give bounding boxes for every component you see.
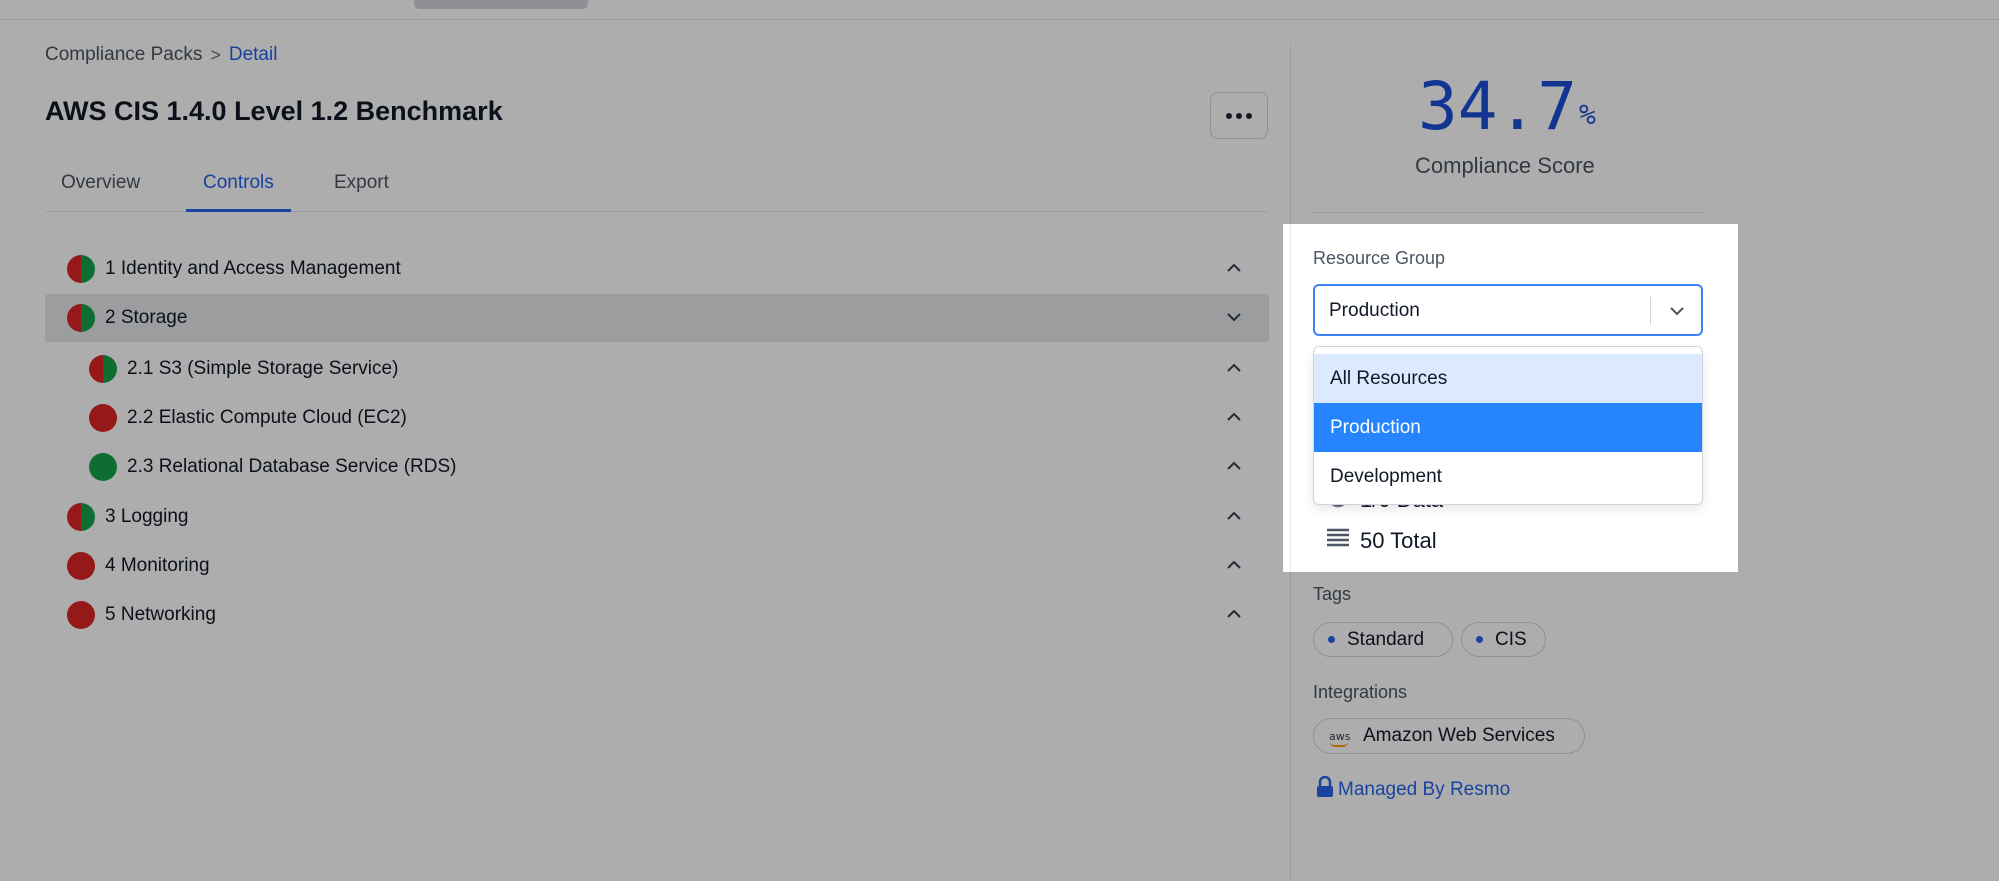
page-title: AWS CIS 1.4.0 Level 1.2 Benchmark — [45, 96, 503, 126]
more-dot — [1236, 112, 1242, 119]
status-mixed-icon — [67, 503, 95, 531]
status-mixed-icon — [67, 255, 95, 283]
more-options-button[interactable] — [1210, 92, 1268, 139]
more-dot — [1246, 112, 1252, 119]
control-row-storage[interactable]: 2 Storage — [45, 294, 1269, 342]
top-bar — [0, 0, 1999, 20]
resource-group-select[interactable]: Production — [1313, 284, 1703, 336]
managed-by-link[interactable]: Managed By Resmo — [1316, 775, 1511, 804]
tab-overview[interactable]: Overview — [61, 172, 140, 212]
control-row-ec2[interactable]: 2.2 Elastic Compute Cloud (EC2) — [45, 394, 1269, 442]
breadcrumb-separator-icon: > — [210, 44, 221, 65]
score-divider — [1313, 212, 1703, 213]
control-label: 1 Identity and Access Management — [105, 258, 401, 279]
control-row-logging[interactable]: 3 Logging — [45, 493, 1269, 541]
aws-logo-smile — [1330, 742, 1348, 747]
integrations-label: Integrations — [1313, 682, 1408, 702]
option-all-resources[interactable]: All Resources — [1314, 354, 1702, 403]
app-window: Compliance Packs > Detail AWS CIS 1.4.0 … — [0, 0, 1999, 881]
tab-export[interactable]: Export — [334, 172, 389, 212]
status-fail-icon — [67, 552, 95, 580]
score-unit: % — [1578, 98, 1596, 131]
managed-by-label: Managed By Resmo — [1338, 779, 1511, 800]
option-production[interactable]: Production — [1314, 403, 1702, 452]
control-label: 2 Storage — [105, 307, 188, 328]
tab-controls[interactable]: Controls — [186, 172, 291, 212]
control-row-networking[interactable]: 5 Networking — [45, 591, 1269, 639]
chevron-up-icon[interactable] — [1225, 457, 1243, 475]
tag-bullet-icon — [1328, 636, 1335, 643]
compliance-score-value: 34.7 % — [1418, 68, 1596, 145]
control-row-monitoring[interactable]: 4 Monitoring — [45, 542, 1269, 590]
control-row-rds[interactable]: 2.3 Relational Database Service (RDS) — [45, 443, 1269, 491]
control-row-identity[interactable]: 1 Identity and Access Management — [45, 245, 1269, 293]
resource-group-label: Resource Group — [1313, 248, 1446, 268]
tag-label: Standard — [1347, 628, 1425, 650]
chevron-up-icon[interactable] — [1225, 556, 1243, 574]
tag-bullet-icon — [1476, 636, 1483, 643]
aws-logo-text: aws — [1329, 729, 1351, 743]
chevron-up-icon[interactable] — [1225, 408, 1243, 426]
more-horizontal-icon — [1226, 112, 1232, 119]
chevron-down-icon[interactable] — [1225, 308, 1243, 326]
aws-logo-icon: aws — [1329, 729, 1351, 747]
resource-group-dropdown-menu: All Resources Production Development — [1313, 346, 1703, 505]
status-mixed-icon — [67, 304, 95, 332]
lock-icon — [1316, 775, 1334, 804]
control-label: 4 Monitoring — [105, 555, 210, 576]
select-separator — [1650, 297, 1651, 325]
breadcrumb-compliance-packs[interactable]: Compliance Packs — [45, 44, 202, 66]
integration-aws[interactable]: aws Amazon Web Services — [1313, 718, 1585, 754]
status-fail-icon — [67, 601, 95, 629]
panel-divider — [1290, 44, 1291, 881]
status-fail-icon — [89, 404, 117, 432]
control-label: 2.1 S3 (Simple Storage Service) — [127, 358, 399, 379]
list-icon — [1326, 527, 1350, 555]
chevron-up-icon[interactable] — [1225, 507, 1243, 525]
tag-standard[interactable]: Standard — [1313, 622, 1453, 657]
control-label: 3 Logging — [105, 506, 189, 527]
breadcrumb-detail: Detail — [228, 44, 278, 65]
tags-label: Tags — [1313, 584, 1352, 604]
chevron-up-icon[interactable] — [1225, 259, 1243, 277]
chevron-up-icon[interactable] — [1225, 605, 1243, 623]
control-label: 5 Networking — [105, 604, 216, 625]
chevron-up-icon[interactable] — [1225, 359, 1243, 377]
stat-total-text: 50 Total — [1360, 528, 1437, 553]
score-number: 34.7 — [1418, 68, 1577, 145]
breadcrumb: Compliance Packs > Detail — [45, 44, 277, 66]
compliance-score-label: Compliance Score — [1415, 153, 1595, 178]
integration-label: Amazon Web Services — [1363, 725, 1555, 746]
status-mixed-icon — [89, 355, 117, 383]
chevron-down-icon[interactable] — [1667, 301, 1687, 321]
option-development[interactable]: Development — [1314, 452, 1702, 501]
tab-bar: Overview Controls Export — [45, 162, 1269, 212]
tag-label: CIS — [1495, 628, 1527, 650]
control-label: 2.2 Elastic Compute Cloud (EC2) — [127, 407, 407, 428]
resource-group-selected-value: Production — [1329, 300, 1420, 321]
control-label: 2.3 Relational Database Service (RDS) — [127, 456, 457, 477]
top-bar-tab[interactable] — [414, 0, 588, 9]
tag-cis[interactable]: CIS — [1461, 622, 1546, 657]
control-row-s3[interactable]: 2.1 S3 (Simple Storage Service) — [45, 345, 1269, 393]
stat-total: 50 Total — [1326, 527, 1437, 555]
status-pass-icon — [89, 453, 117, 481]
